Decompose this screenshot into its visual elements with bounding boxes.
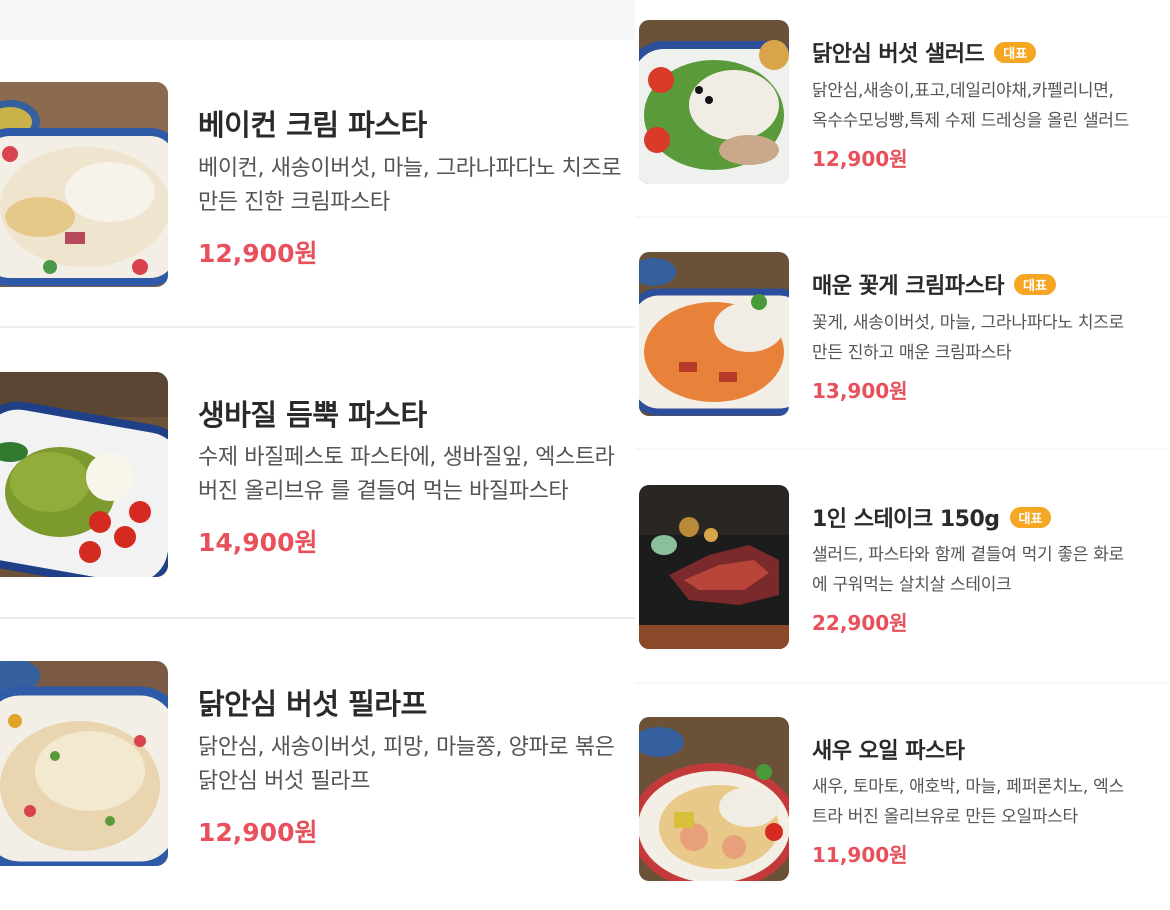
signature-badge: 대표 bbox=[994, 42, 1037, 63]
item-description: 베이컨, 새송이버섯, 마늘, 그라나파다노 치즈로 만든 진한 크림파스타 bbox=[198, 156, 622, 215]
item-price: 22,900원 bbox=[812, 611, 908, 635]
item-title: 새우 오일 파스타 bbox=[812, 739, 965, 764]
item-description: 새우, 토마토, 애호박, 마늘, 페퍼론치노, 엑스 트라 버진 올리브유로 … bbox=[812, 777, 1124, 827]
item-price: 12,900원 bbox=[198, 239, 318, 268]
signature-badge: 대표 bbox=[1013, 274, 1056, 295]
menu-column-right: 닭안심 버섯 샐러드 대표 닭안심,새송이,표고,데일리야채,카펠리니면, 옥수수… bbox=[635, 0, 1170, 910]
item-title: 매운 꽃게 크림파스타 대표 bbox=[812, 268, 1056, 300]
signature-badge: 대표 bbox=[1009, 507, 1052, 528]
bacon-cream-pasta-image bbox=[0, 82, 168, 287]
item-price: 13,900원 bbox=[812, 379, 908, 403]
item-title: 생바질 듬뿍 파스타 bbox=[198, 398, 427, 432]
menu-item-crab-pasta[interactable]: 매운 꽃게 크림파스타 대표 꽃게, 새송이버섯, 마늘, 그라나파다노 치즈로 … bbox=[635, 218, 1170, 448]
item-description: 닭안심, 새송이버섯, 피망, 마늘쫑, 양파로 볶은 닭안심 버섯 필라프 bbox=[198, 735, 615, 794]
item-description: 닭안심,새송이,표고,데일리야채,카펠리니면, 옥수수모닝빵,특제 수제 드레싱… bbox=[812, 81, 1129, 131]
menu-item-shrimp-pasta[interactable]: 새우 오일 파스타 새우, 토마토, 애호박, 마늘, 페퍼론치노, 엑스 트라… bbox=[635, 684, 1170, 910]
item-title: 닭안심 버섯 샐러드 대표 bbox=[812, 36, 1037, 68]
menu-item-steak[interactable]: 1인 스테이크 150g 대표 샐러드, 파스타와 함께 곁들여 먹기 좋은 화로… bbox=[635, 450, 1170, 682]
crab-pasta-image bbox=[639, 252, 789, 416]
menu-column-left: 베이컨 크림 파스타 베이컨, 새송이버섯, 마늘, 그라나파다노 치즈로 만든… bbox=[0, 0, 635, 910]
item-description: 샐러드, 파스타와 함께 곁들여 먹기 좋은 화로 에 구워먹는 살치살 스테이… bbox=[812, 545, 1124, 595]
chicken-salad-image bbox=[639, 20, 789, 184]
item-title: 닭안심 버섯 필라프 bbox=[198, 687, 427, 721]
chicken-pilaf-image bbox=[0, 661, 168, 866]
basil-pasta-image bbox=[0, 372, 168, 577]
item-title: 베이컨 크림 파스타 bbox=[198, 108, 427, 142]
item-price: 12,900원 bbox=[198, 818, 318, 847]
item-title: 1인 스테이크 150g 대표 bbox=[812, 501, 1052, 533]
item-description: 꽃게, 새송이버섯, 마늘, 그라나파다노 치즈로 만든 진하고 매운 크림파스… bbox=[812, 313, 1124, 363]
divider bbox=[0, 617, 635, 619]
menu-item-chicken-salad[interactable]: 닭안심 버섯 샐러드 대표 닭안심,새송이,표고,데일리야채,카펠리니면, 옥수수… bbox=[635, 0, 1170, 216]
item-price: 14,900원 bbox=[198, 528, 318, 557]
item-price: 11,900원 bbox=[812, 843, 908, 867]
item-price: 12,900원 bbox=[812, 147, 908, 171]
top-strip bbox=[0, 0, 635, 40]
item-description: 수제 바질페스토 파스타에, 생바질잎, 엑스트라 버진 올리브유 를 곁들여 … bbox=[198, 445, 615, 504]
shrimp-pasta-image bbox=[639, 717, 789, 881]
steak-image bbox=[639, 485, 789, 649]
divider bbox=[0, 326, 635, 328]
